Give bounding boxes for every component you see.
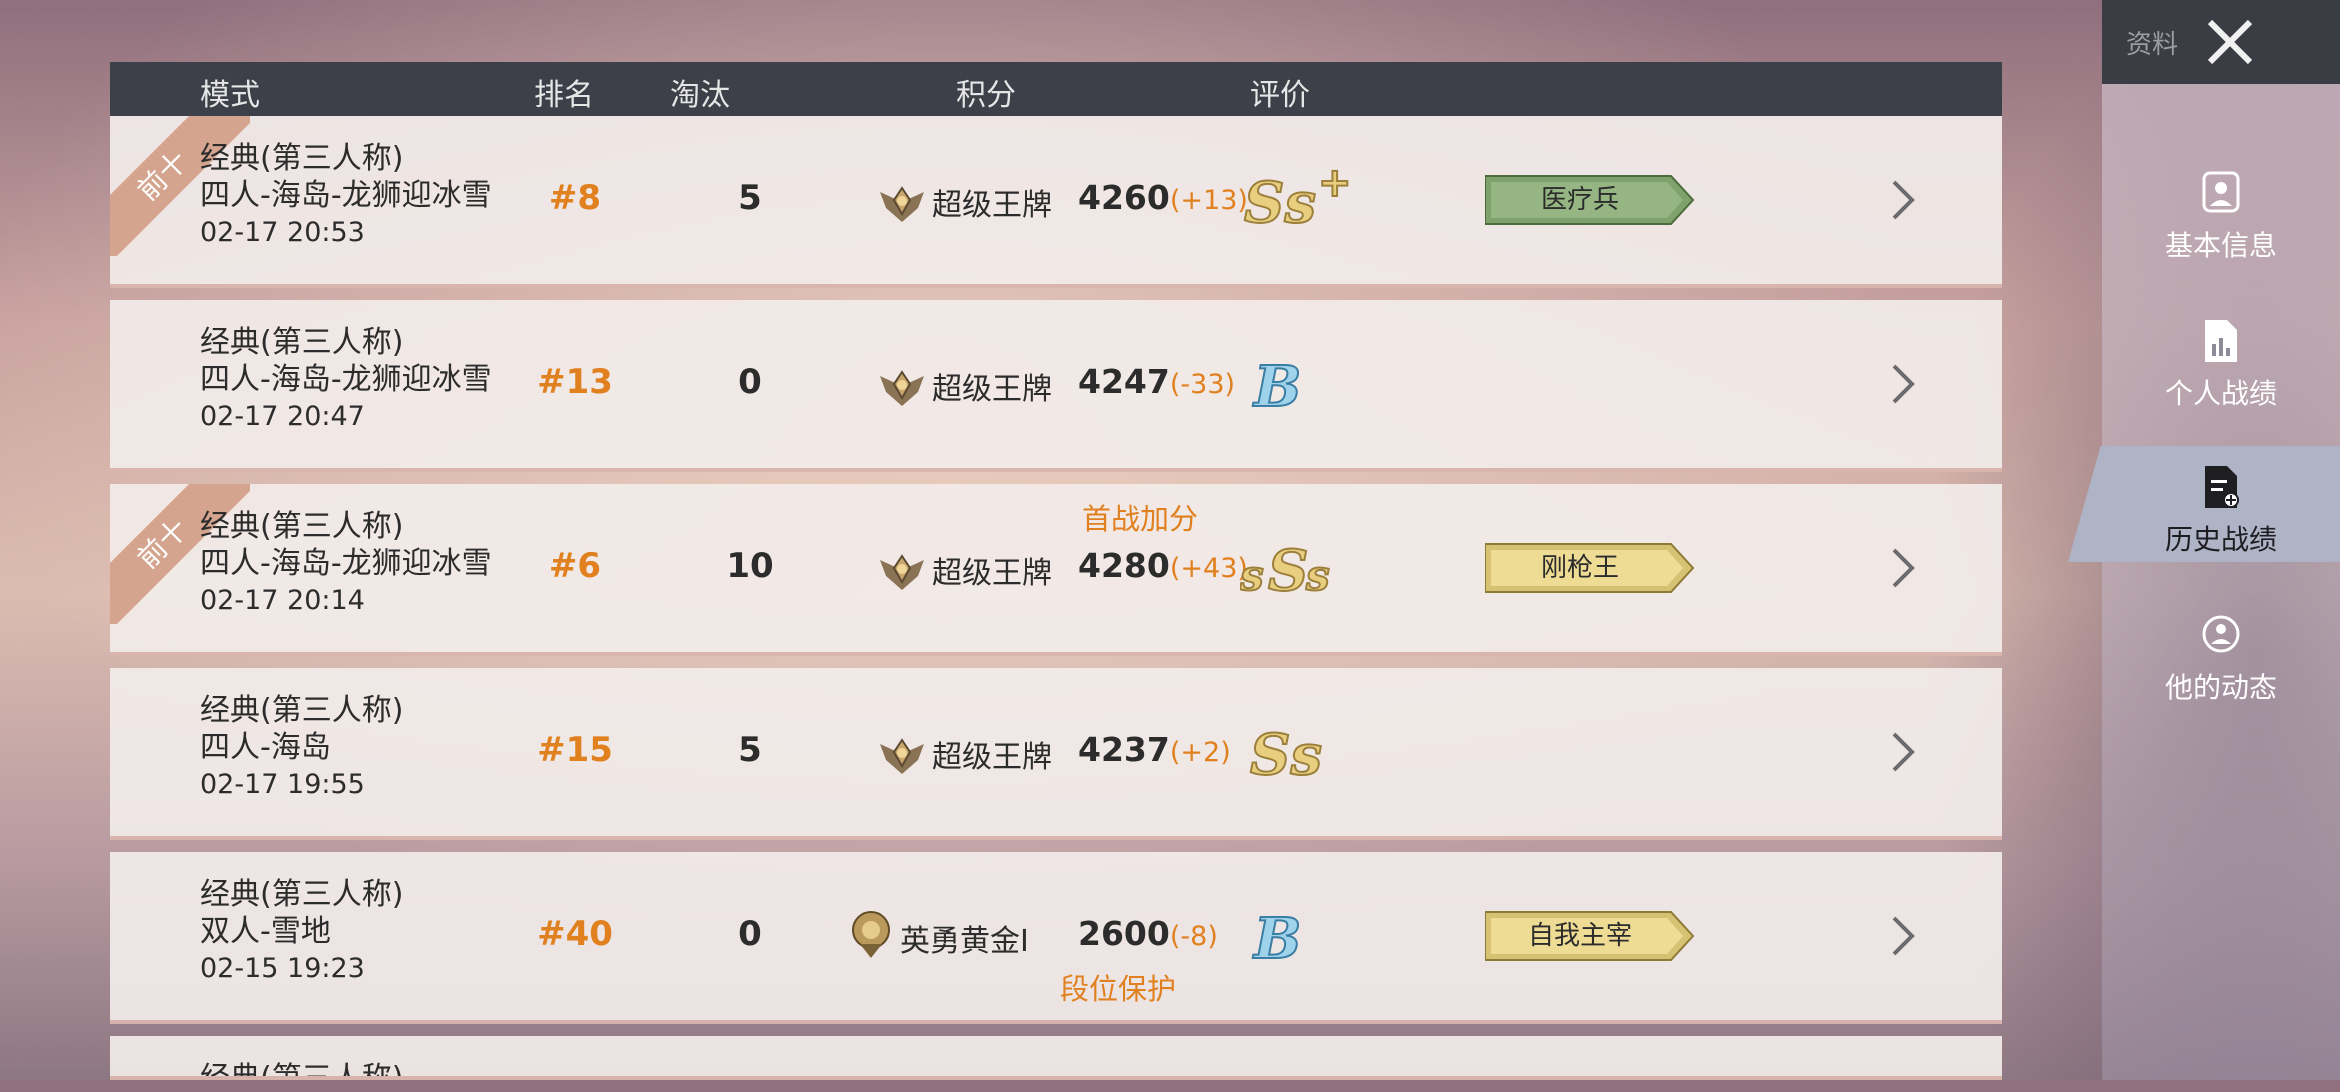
- svg-text:S: S: [1268, 538, 1308, 604]
- header-mode: 模式: [200, 78, 260, 113]
- gunner-king-badge: 刚枪王: [1485, 542, 1695, 594]
- sidebar-item-history[interactable]: 历史战绩: [2102, 464, 2340, 574]
- match-rank: #15: [537, 730, 613, 770]
- match-rank: #8: [548, 178, 602, 218]
- table-header: 模式 排名 淘汰 积分 评价: [110, 62, 2002, 116]
- sidebar-item-activity[interactable]: 他的动态: [2102, 612, 2340, 722]
- history-document-icon: [2205, 466, 2239, 508]
- tier-name: 超级王牌: [932, 740, 1052, 775]
- match-kills: 10: [726, 546, 774, 586]
- match-mode: 经典(第三人称) 四人-海岛-龙狮迎冰雪 02-17 20:14: [200, 509, 492, 616]
- match-mode: 经典(第三人称) 四人-海岛-龙狮迎冰雪 02-17 20:53: [200, 141, 492, 248]
- rank-protection-note: 段位保护: [1060, 972, 1177, 1006]
- chevron-right-icon[interactable]: [1890, 362, 1916, 406]
- first-match-bonus-note: 首战加分: [1082, 502, 1199, 536]
- match-mode: 经典(第三人称) 双人-雪地 02-15 19:23: [200, 877, 404, 984]
- stats-document-icon: [2205, 320, 2237, 362]
- svg-text:+: +: [1318, 160, 1352, 206]
- grade-sss: s S s: [1240, 537, 1331, 605]
- svg-text:B: B: [1252, 906, 1301, 972]
- match-row[interactable]: 经典(第三人称) 四人-海岛-龙狮迎冰雪 02-17 20:47 #13 0 超…: [110, 300, 2002, 472]
- profile-icon: [2202, 171, 2240, 213]
- match-score: 4280(+43): [1078, 546, 1248, 585]
- match-mode: 经典(第三人称): [200, 1061, 404, 1080]
- match-history-list: 前十 经典(第三人称) 四人-海岛-龙狮迎冰雪 02-17 20:53 #8 5…: [110, 116, 2002, 1092]
- match-score: 2600(-8): [1078, 914, 1218, 953]
- match-kills: 0: [738, 914, 762, 954]
- tier-name: 超级王牌: [932, 372, 1052, 407]
- medic-badge: 医疗兵: [1485, 174, 1695, 226]
- match-mode: 经典(第三人称) 四人-海岛 02-17 19:55: [200, 693, 404, 800]
- header-grade: 评价: [1250, 78, 1310, 113]
- ace-tier-icon: [880, 370, 924, 406]
- match-row[interactable]: 前十 经典(第三人称) 四人-海岛-龙狮迎冰雪 02-17 20:14 #6 1…: [110, 484, 2002, 656]
- sidebar-item-label: 历史战绩: [2164, 523, 2277, 556]
- match-row[interactable]: 经典(第三人称) 四人-海岛 02-17 19:55 #15 5 超级王牌 42…: [110, 668, 2002, 840]
- match-kills: 5: [738, 178, 762, 218]
- sidebar-item-label: 他的动态: [2164, 671, 2277, 704]
- svg-text:Ss: Ss: [1250, 722, 1322, 788]
- match-score: 4247(-33): [1078, 362, 1236, 401]
- header-kills: 淘汰: [670, 78, 730, 113]
- activity-icon: [2202, 615, 2240, 653]
- gold-tier-icon: [852, 911, 890, 958]
- tier-name: 英勇黄金Ⅰ: [900, 924, 1029, 959]
- header-score: 积分: [956, 78, 1016, 113]
- svg-text:Ss: Ss: [1244, 170, 1316, 236]
- chevron-right-icon[interactable]: [1890, 546, 1916, 590]
- svg-text:s: s: [1240, 551, 1264, 600]
- chevron-right-icon[interactable]: [1890, 730, 1916, 774]
- match-rank: #6: [548, 546, 602, 586]
- grade-ss-plus: Ss +: [1243, 160, 1353, 237]
- match-row[interactable]: 前十 经典(第三人称) 四人-海岛-龙狮迎冰雪 02-17 20:53 #8 5…: [110, 116, 2002, 288]
- match-rank: #13: [537, 362, 613, 402]
- sidebar-item-personal-stats[interactable]: 个人战绩: [2102, 318, 2340, 428]
- sidebar-item-basic-info[interactable]: 基本信息: [2102, 170, 2340, 280]
- sidebar-item-label: 基本信息: [2164, 229, 2277, 262]
- match-kills: 5: [738, 730, 762, 770]
- header-rank: 排名: [534, 78, 594, 113]
- match-row[interactable]: 经典(第三人称) 双人-雪地 02-15 19:23 #40 0 英勇黄金Ⅰ 2…: [110, 852, 2002, 1024]
- tier-name: 超级王牌: [932, 188, 1052, 223]
- grade-b: B: [1251, 905, 1302, 973]
- match-score: 4260(+13): [1078, 178, 1248, 217]
- grade-ss: Ss: [1249, 721, 1323, 789]
- match-mode: 经典(第三人称) 四人-海岛-龙狮迎冰雪 02-17 20:47: [200, 325, 492, 432]
- chevron-right-icon[interactable]: [1890, 914, 1916, 958]
- match-score: 4237(+2): [1078, 730, 1231, 769]
- self-master-badge: 自我主宰: [1485, 910, 1695, 962]
- match-kills: 0: [738, 362, 762, 402]
- ace-tier-icon: [880, 738, 924, 774]
- ace-tier-icon: [880, 554, 924, 590]
- svg-text:s: s: [1305, 551, 1330, 600]
- chevron-right-icon[interactable]: [1890, 178, 1916, 222]
- grade-b: B: [1251, 353, 1302, 421]
- profile-label: 资料: [2126, 30, 2179, 60]
- match-rank: #40: [537, 914, 613, 954]
- match-row[interactable]: 经典(第三人称): [110, 1036, 2002, 1080]
- sidebar-item-label: 个人战绩: [2164, 377, 2277, 410]
- tier-name: 超级王牌: [932, 556, 1052, 591]
- svg-text:B: B: [1252, 354, 1301, 420]
- ace-tier-icon: [880, 186, 924, 222]
- close-icon[interactable]: [2200, 12, 2260, 72]
